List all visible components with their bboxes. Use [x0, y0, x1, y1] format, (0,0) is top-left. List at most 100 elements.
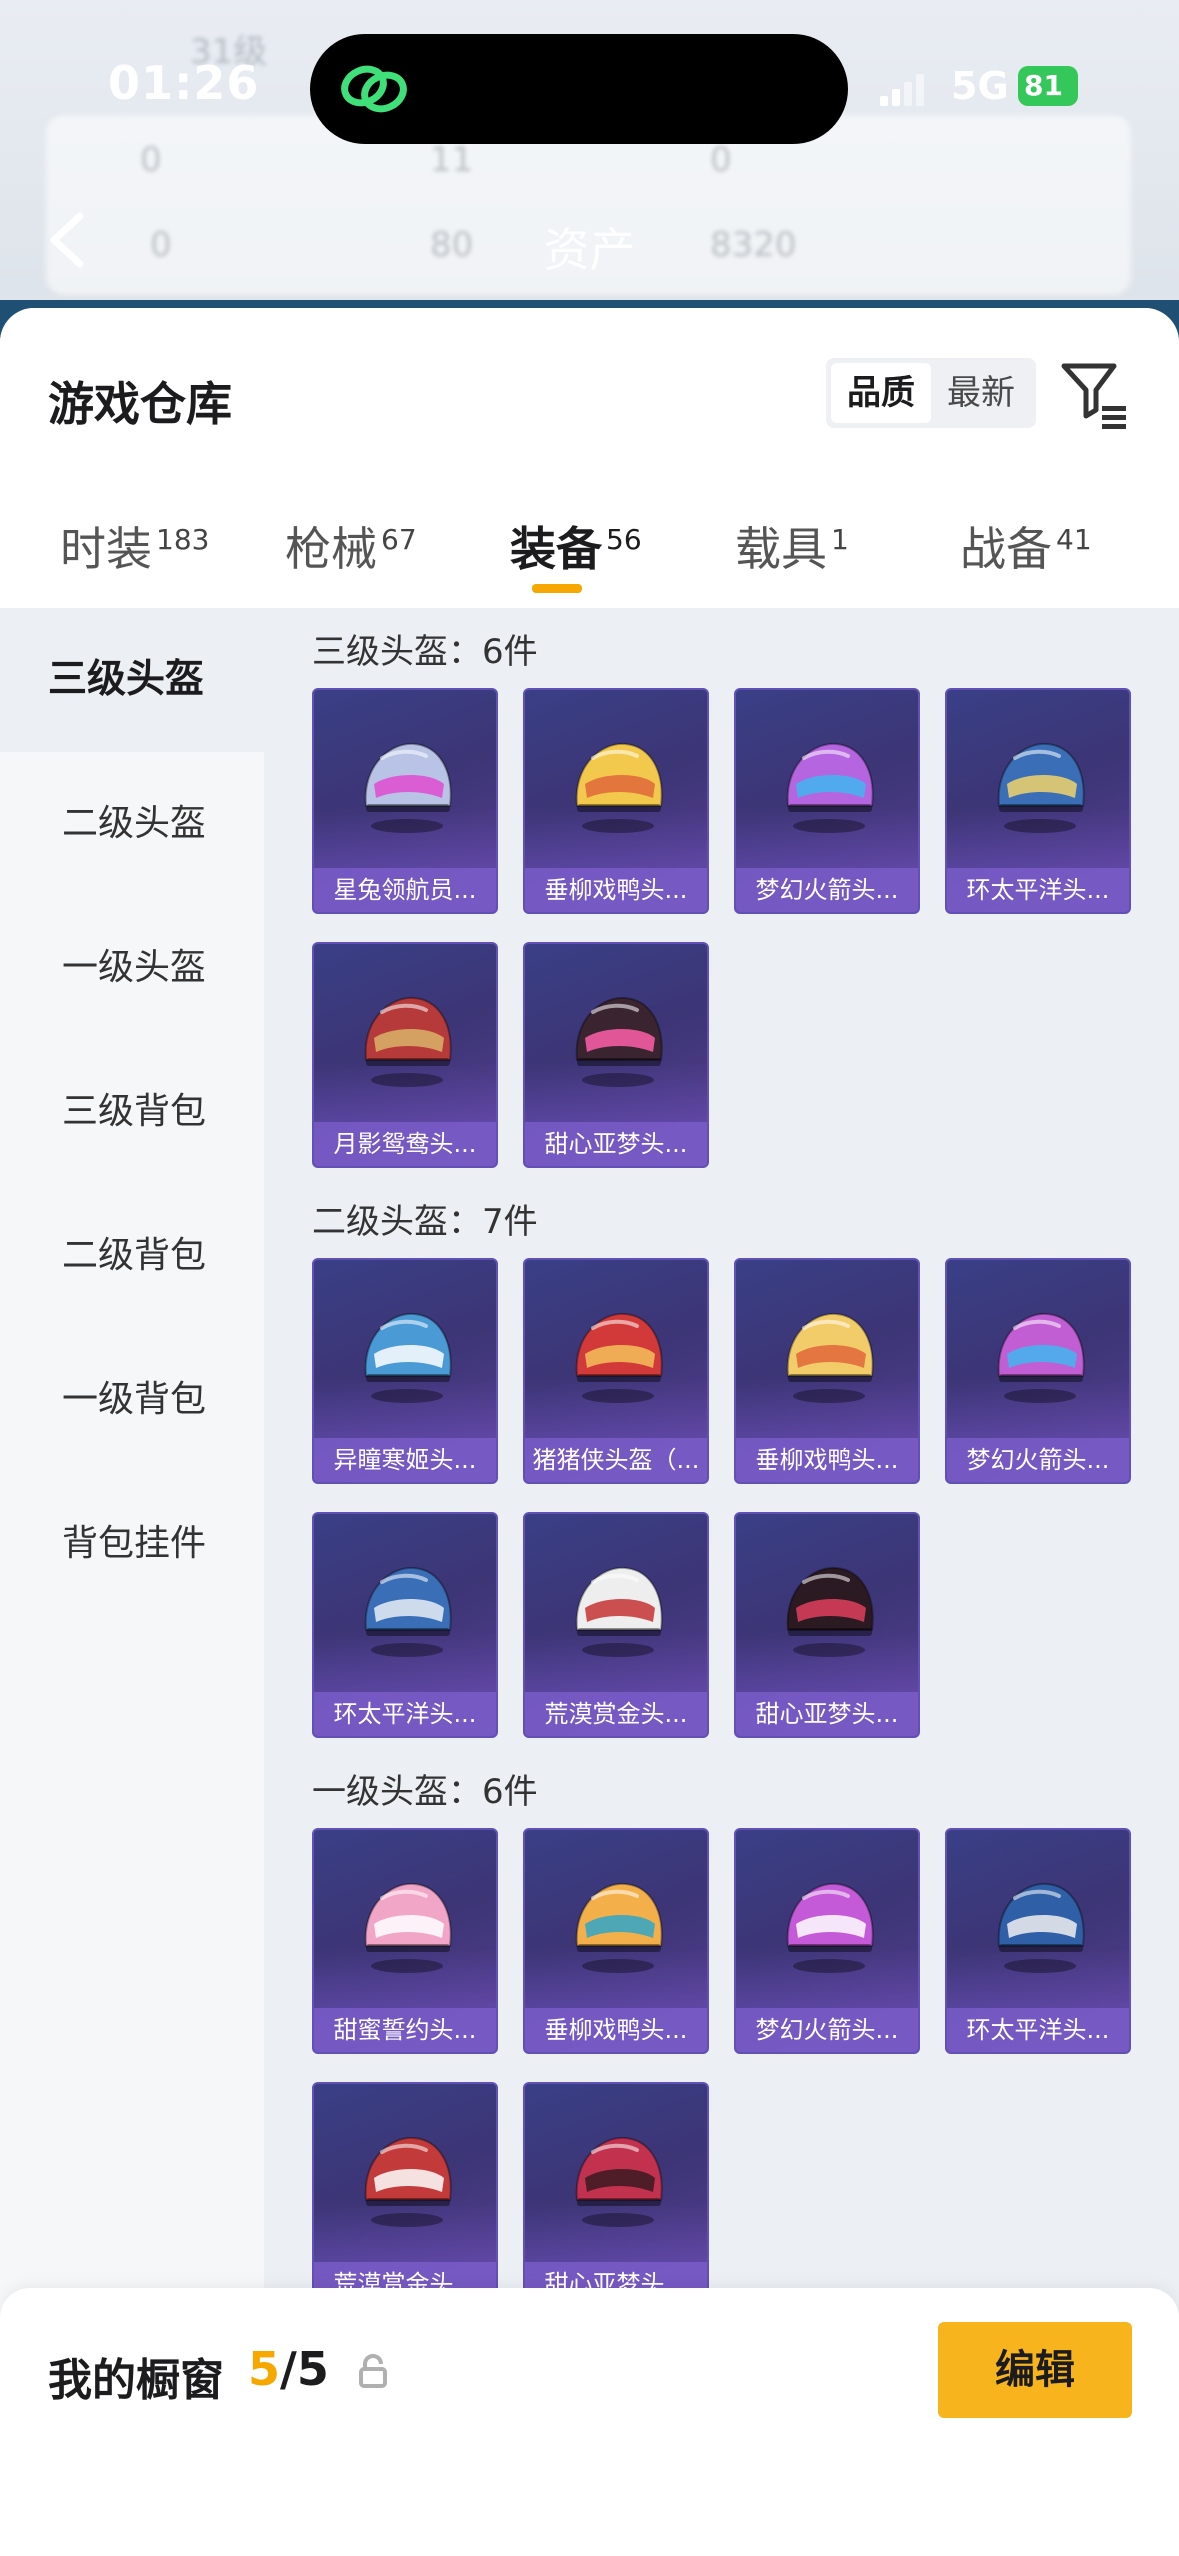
ghost-text: 11 [430, 140, 474, 180]
helmet-icon [575, 996, 663, 1087]
item-card[interactable]: 环太平洋头... [312, 1512, 498, 1738]
helmet-icon [575, 1882, 663, 1973]
tab-count: 1 [831, 523, 849, 556]
active-tab-indicator [532, 584, 582, 593]
dynamic-island [310, 34, 848, 144]
helmet-icon [364, 742, 452, 833]
item-card[interactable]: 月影鸳鸯头... [312, 942, 498, 1168]
tab-guns[interactable]: 枪械 67 [285, 513, 417, 579]
item-name: 环太平洋头... [947, 2008, 1129, 2052]
item-card[interactable]: 荒漠赏金头... [523, 1512, 709, 1738]
category-item[interactable]: 二级头盔 [0, 752, 264, 896]
item-card[interactable]: 垂柳戏鸭头... [523, 688, 709, 914]
item-name: 猪猪侠头盔（... [525, 1438, 707, 1482]
item-name: 垂柳戏鸭头... [525, 868, 707, 912]
ghost-text: 0 [710, 140, 732, 180]
lock-icon [359, 2354, 387, 2388]
category-item[interactable]: 一级背包 [0, 1328, 264, 1472]
item-card[interactable]: 梦幻火箭头... [945, 1258, 1131, 1484]
item-card[interactable]: 甜心亚梦头... [523, 942, 709, 1168]
category-item[interactable]: 一级头盔 [0, 896, 264, 1040]
helmet-icon [575, 2136, 663, 2227]
helmet-icon [786, 1882, 874, 1973]
battery-indicator: 81 [1018, 66, 1078, 106]
item-name: 环太平洋头... [947, 868, 1129, 912]
item-name: 梦幻火箭头... [736, 868, 918, 912]
helmet-icon [575, 1312, 663, 1403]
status-time: 01:26 [108, 56, 260, 110]
helmet-icon [786, 1566, 874, 1657]
item-card[interactable]: 星兔领航员... [312, 688, 498, 914]
sort-latest-button[interactable]: 最新 [931, 363, 1031, 423]
edit-button[interactable]: 编辑 [938, 2322, 1132, 2418]
tab-label: 枪械 [285, 522, 377, 576]
showcase-bar: 我的橱窗 5/5 编辑 [0, 2288, 1179, 2556]
helmet-icon [364, 1566, 452, 1657]
category-item[interactable]: 三级头盔 [0, 608, 264, 752]
item-card[interactable]: 梦幻火箭头... [734, 1828, 920, 2054]
helmet-icon [364, 2136, 452, 2227]
item-card[interactable]: 猪猪侠头盔（... [523, 1258, 709, 1484]
showcase-count: 5/5 [248, 2342, 329, 2396]
sheet-title: 游戏仓库 [48, 377, 232, 431]
tab-label: 时装 [60, 522, 152, 576]
category-item[interactable]: 三级背包 [0, 1040, 264, 1184]
helmet-icon [786, 1312, 874, 1403]
item-name: 环太平洋头... [314, 1692, 496, 1736]
item-name: 荒漠赏金头... [525, 1692, 707, 1736]
item-name: 甜蜜誓约头... [314, 2008, 496, 2052]
page-title: 资产 [543, 223, 636, 277]
section-title: 三级头盔：6件 [312, 632, 538, 672]
section-title: 一级头盔：6件 [312, 1772, 538, 1812]
signal-icon [880, 74, 924, 106]
showcase-total: /5 [280, 2342, 329, 2396]
category-item[interactable]: 背包挂件 [0, 1472, 264, 1616]
tab-count: 183 [156, 523, 210, 556]
sheet-header: 游戏仓库 品质 最新 时装 183 枪械 67 装备 56 载具 1 战备 41 [0, 308, 1179, 608]
item-card[interactable]: 甜蜜誓约头... [312, 1828, 498, 2054]
tab-label: 载具 [735, 522, 827, 576]
tab-equipment[interactable]: 装备 56 [510, 513, 642, 579]
helmet-icon [364, 1882, 452, 1973]
item-name: 梦幻火箭头... [947, 1438, 1129, 1482]
item-name: 垂柳戏鸭头... [525, 2008, 707, 2052]
item-card[interactable]: 环太平洋头... [945, 1828, 1131, 2054]
helmet-icon [786, 742, 874, 833]
category-item[interactable]: 二级背包 [0, 1184, 264, 1328]
tab-fashion[interactable]: 时装 183 [60, 513, 209, 579]
helmet-icon [997, 742, 1085, 833]
item-card[interactable]: 梦幻火箭头... [734, 688, 920, 914]
tab-label: 战备 [960, 522, 1052, 576]
item-card[interactable]: 荒漠赏金头... [312, 2082, 498, 2308]
back-chevron-icon[interactable] [44, 210, 90, 270]
tab-vehicles[interactable]: 载具 1 [735, 513, 849, 579]
filter-icon[interactable] [1060, 360, 1130, 430]
helmet-icon [997, 1882, 1085, 1973]
item-card[interactable]: 环太平洋头... [945, 688, 1131, 914]
showcase-label: 我的橱窗 [48, 2355, 224, 2406]
sort-quality-button[interactable]: 品质 [831, 363, 931, 423]
tab-count: 41 [1056, 523, 1092, 556]
item-name: 月影鸳鸯头... [314, 1122, 496, 1166]
helmet-icon [364, 1312, 452, 1403]
item-name: 梦幻火箭头... [736, 2008, 918, 2052]
helmet-icon [997, 1312, 1085, 1403]
warehouse-sheet: 游戏仓库 品质 最新 时装 183 枪械 67 装备 56 载具 1 战备 41 三级头盔… [0, 308, 1179, 2556]
tab-count: 67 [381, 523, 417, 556]
tab-gear[interactable]: 战备 41 [960, 513, 1092, 579]
item-card[interactable]: 甜心亚梦头... [523, 2082, 709, 2308]
item-card[interactable]: 垂柳戏鸭头... [734, 1258, 920, 1484]
chain-link-icon [341, 65, 407, 113]
helmet-icon [575, 1566, 663, 1657]
category-sidebar: 三级头盔 二级头盔 一级头盔 三级背包 二级背包 一级背包 背包挂件 [0, 608, 264, 2556]
item-name: 甜心亚梦头... [525, 1122, 707, 1166]
section-title: 二级头盔：7件 [312, 1202, 538, 1242]
item-name: 垂柳戏鸭头... [736, 1438, 918, 1482]
showcase-current: 5 [248, 2342, 281, 2396]
helmet-icon [364, 996, 452, 1087]
item-card[interactable]: 甜心亚梦头... [734, 1512, 920, 1738]
item-card[interactable]: 异瞳寒姬头... [312, 1258, 498, 1484]
item-card[interactable]: 垂柳戏鸭头... [523, 1828, 709, 2054]
item-name: 甜心亚梦头... [736, 1692, 918, 1736]
sort-toggle: 品质 最新 [826, 358, 1036, 428]
